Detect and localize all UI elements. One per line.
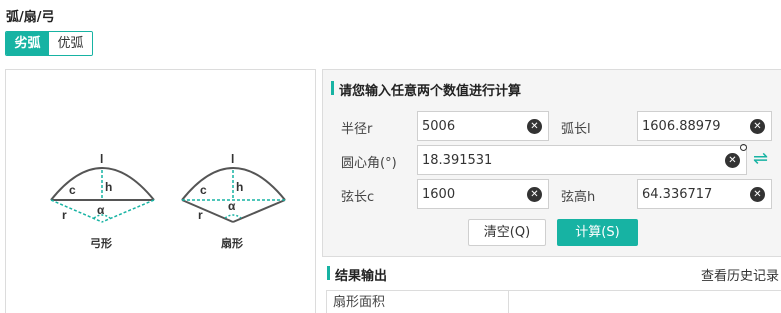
sector-diagram: l h c r α 扇形 xyxy=(181,152,286,250)
chord-label: 弦长c xyxy=(341,190,375,205)
chord-field: ✕ xyxy=(417,179,549,209)
segment-diagram: l h c r α 弓形 xyxy=(50,152,155,250)
segment-caption: 弓形 xyxy=(90,237,112,250)
calculator-panel: 请您输入任意两个数值进行计算 半径r ✕ 弧长l ✕ 圆心角(°) ✕ ⇌ 弦长… xyxy=(322,69,781,257)
results-title: 结果输出 xyxy=(327,265,387,284)
arc-length-label: 弧长l xyxy=(561,122,591,137)
clear-button[interactable]: 清空(Q) xyxy=(468,219,546,246)
sector-caption: 扇形 xyxy=(221,236,243,250)
swap-unit-icon[interactable]: ⇌ xyxy=(753,148,768,169)
degree-icon xyxy=(740,144,747,151)
segment-r-label: r xyxy=(62,208,67,222)
page-title: 弧/扇/弓 xyxy=(6,10,55,25)
clear-height-icon[interactable]: ✕ xyxy=(750,187,765,202)
sector-h-label: h xyxy=(236,180,243,194)
radius-label: 半径r xyxy=(341,122,373,137)
radius-field: ✕ xyxy=(417,111,549,141)
arc-length-field: ✕ xyxy=(637,111,772,141)
sector-l-label: l xyxy=(231,152,234,166)
sector-alpha-label: α xyxy=(228,199,236,213)
height-field: ✕ xyxy=(637,179,772,209)
central-angle-input[interactable] xyxy=(418,146,746,174)
calculator-title: 请您输入任意两个数值进行计算 xyxy=(331,80,521,99)
clear-chord-icon[interactable]: ✕ xyxy=(527,187,542,202)
sector-r-label: r xyxy=(198,208,203,222)
segment-l-label: l xyxy=(100,152,103,166)
clear-arc-length-icon[interactable]: ✕ xyxy=(750,119,765,134)
tab-major-arc[interactable]: 优弧 xyxy=(49,32,92,55)
height-label: 弦高h xyxy=(561,190,596,205)
segment-alpha-label: α xyxy=(97,203,105,217)
sector-c-label: c xyxy=(200,183,207,197)
clear-central-angle-icon[interactable]: ✕ xyxy=(725,153,740,168)
calculate-button[interactable]: 计算(S) xyxy=(557,219,638,246)
result-value-sector-area xyxy=(509,291,781,313)
geometry-diagram: l h c r α 弓形 l h c r α 扇形 xyxy=(50,152,286,250)
segment-h-label: h xyxy=(105,180,112,194)
central-angle-field: ✕ xyxy=(417,145,747,175)
results-table: 扇形面积 xyxy=(326,290,781,313)
tab-minor-arc[interactable]: 劣弧 xyxy=(6,32,49,55)
diagram-panel: l h c r α 弓形 l h c r α 扇形 xyxy=(5,69,316,313)
segment-c-label: c xyxy=(69,183,76,197)
arc-type-tabs: 劣弧 优弧 xyxy=(5,31,93,56)
view-history-link[interactable]: 查看历史记录 xyxy=(701,265,779,284)
central-angle-label: 圆心角(°) xyxy=(341,156,397,171)
result-label-sector-area: 扇形面积 xyxy=(327,291,509,313)
clear-radius-icon[interactable]: ✕ xyxy=(527,119,542,134)
